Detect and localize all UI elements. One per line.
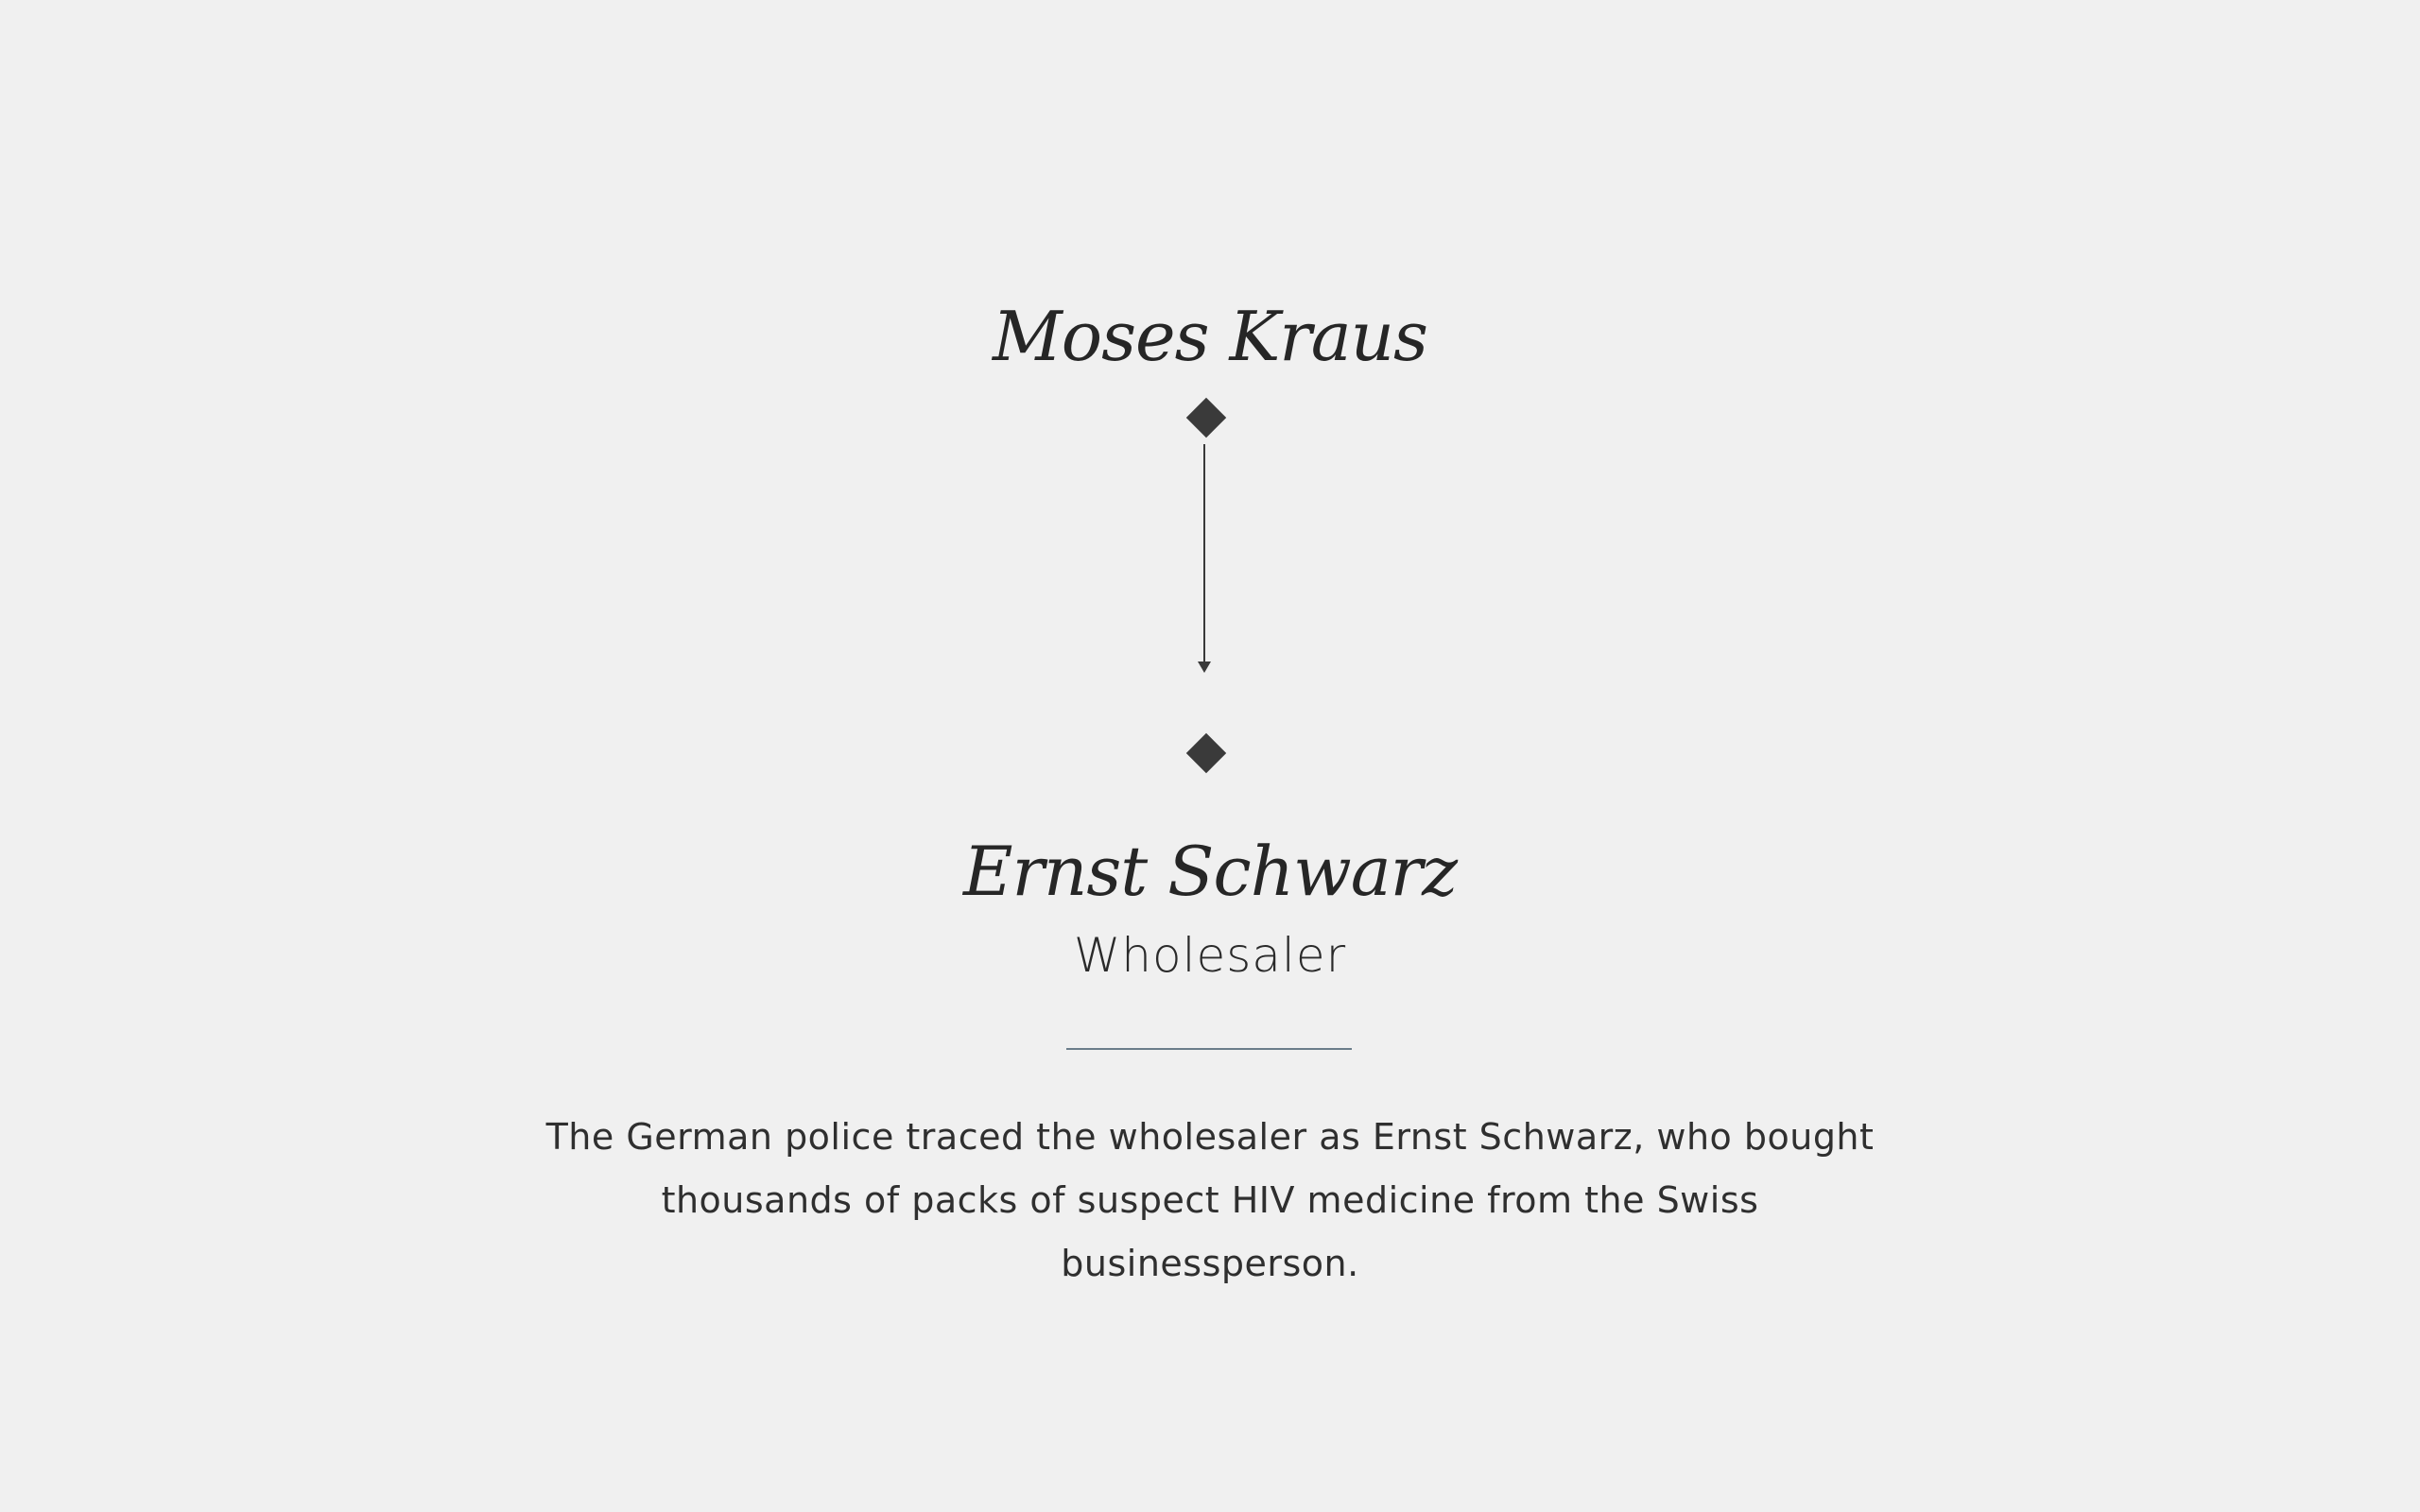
source-diamond-icon — [1185, 397, 1227, 438]
relationship-diagram: Moses Kraus Ernst Schwarz Wholesaler The… — [0, 0, 2420, 1512]
connection-graphic — [1185, 397, 1227, 774]
target-diamond-icon — [1185, 732, 1227, 774]
target-person-name: Ernst Schwarz — [962, 832, 1458, 911]
source-person-name: Moses Kraus — [993, 297, 1428, 376]
divider — [1066, 1048, 1352, 1050]
arrow-down-icon — [1198, 662, 1211, 673]
target-person-role: Wholesaler — [1073, 928, 1347, 983]
description-text: The German police traced the wholesaler … — [545, 1116, 1875, 1284]
